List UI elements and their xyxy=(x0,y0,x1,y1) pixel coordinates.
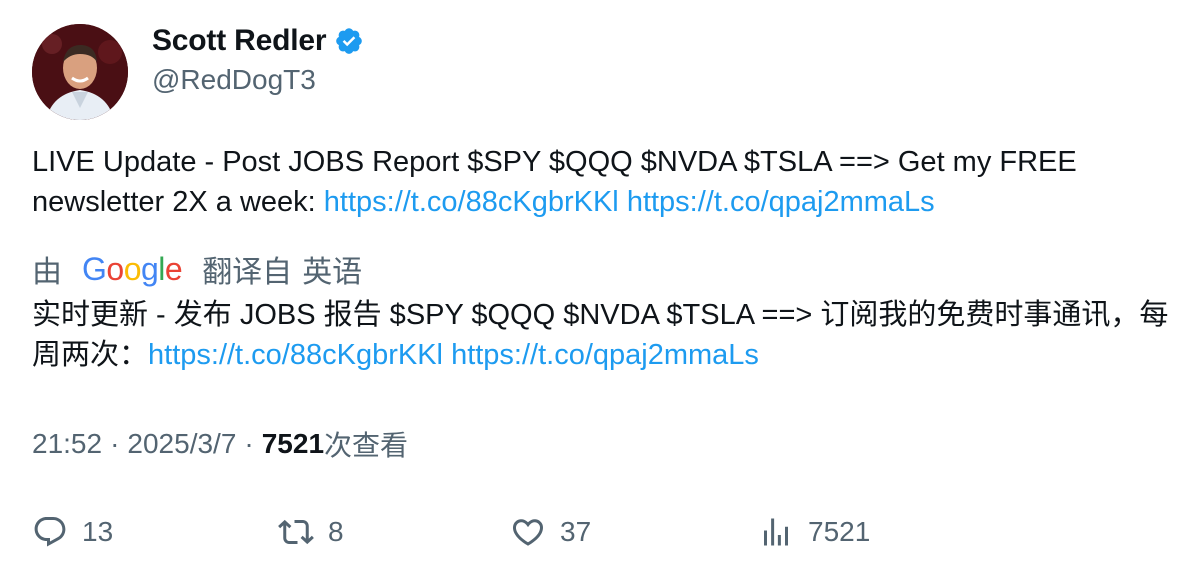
author-avatar[interactable] xyxy=(32,24,128,120)
views-count: 7521 xyxy=(261,428,325,459)
heart-icon xyxy=(512,519,544,546)
reply-button[interactable]: 13 xyxy=(32,508,113,556)
translated-tweet-text: 实时更新 - 发布 JOBS 报告 $SPY $QQQ $NVDA $TSLA … xyxy=(32,295,1182,375)
translation-source: 翻译自 英语 xyxy=(202,247,362,291)
meta-separator: · xyxy=(244,428,254,459)
like-button[interactable]: 37 xyxy=(510,508,591,556)
like-count: 37 xyxy=(560,516,592,547)
retweet-icon xyxy=(278,519,314,545)
reply-icon xyxy=(34,517,66,547)
author-name[interactable]: Scott Redler xyxy=(152,24,327,58)
translation-from-label: 翻译自 xyxy=(202,256,293,289)
retweet-count: 8 xyxy=(328,516,344,547)
tweet-date[interactable]: 2025/3/7 xyxy=(127,428,236,460)
avatar-photo xyxy=(32,24,128,120)
views-button[interactable]: 7521 xyxy=(758,508,870,556)
reply-count: 13 xyxy=(82,516,114,547)
tweet-link-2[interactable]: https://t.co/qpaj2mmaLs xyxy=(627,186,935,218)
retweet-button[interactable]: 8 xyxy=(278,508,344,556)
google-logo: Google xyxy=(82,250,183,287)
verified-badge-icon[interactable] xyxy=(334,26,364,56)
author-handle[interactable]: @RedDogT3 xyxy=(152,64,364,96)
tweet-time[interactable]: 21:52 xyxy=(32,428,102,460)
meta-separator: · xyxy=(110,428,120,459)
translation-attribution: 由 Google 翻译自 英语 xyxy=(32,247,362,291)
tweet-text: LIVE Update - Post JOBS Report $SPY $QQQ… xyxy=(32,142,1172,222)
views-label: 次查看 xyxy=(324,430,409,461)
tweet-actions: 13 8 37 7521 xyxy=(32,508,1172,556)
analytics-icon xyxy=(764,518,788,546)
views-action-count: 7521 xyxy=(808,516,871,547)
translated-link-1[interactable]: https://t.co/88cKgbrKKl xyxy=(148,339,443,371)
author-block: Scott Redler @RedDogT3 xyxy=(152,24,364,96)
translated-link-2[interactable]: https://t.co/qpaj2mmaLs xyxy=(451,339,759,371)
translation-language: 英语 xyxy=(302,256,363,289)
tweet-meta: 21:52 · 2025/3/7 · 7521 次查看 xyxy=(32,424,408,464)
translation-by-label: 由 xyxy=(32,256,62,289)
tweet-link-1[interactable]: https://t.co/88cKgbrKKl xyxy=(324,186,619,218)
author-name-row: Scott Redler xyxy=(152,24,364,58)
